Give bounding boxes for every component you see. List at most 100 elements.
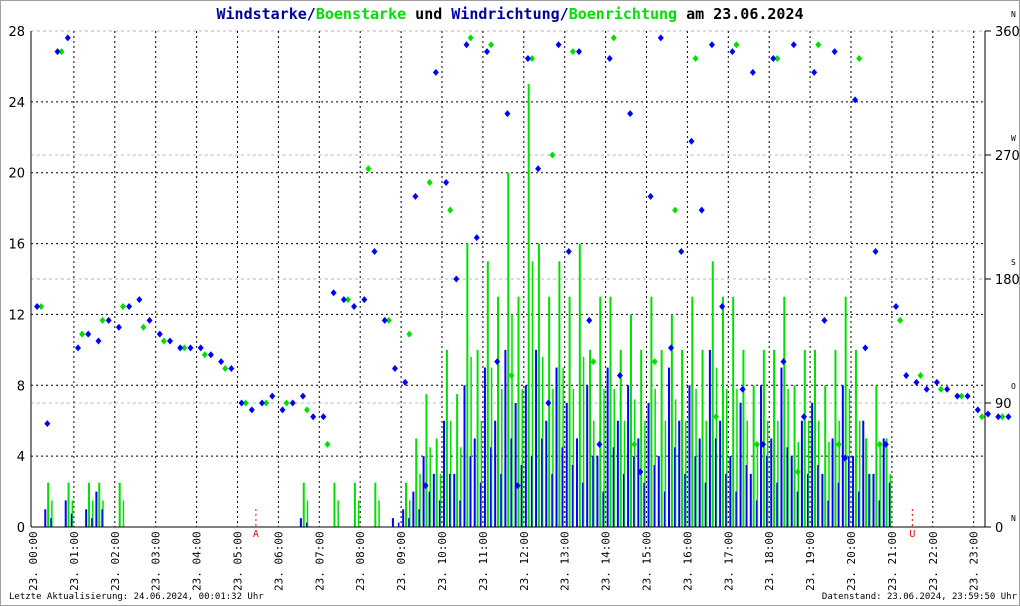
gust-bar (589, 349, 592, 527)
gust-bar (47, 482, 50, 527)
wind-direction-point (780, 358, 787, 366)
wind-bar (612, 447, 615, 527)
wind-direction-point (218, 358, 225, 366)
gust-bar (378, 500, 380, 527)
compass-label: N (1011, 10, 1016, 19)
wind-direction-point (167, 337, 174, 345)
gust-direction-point (876, 440, 883, 448)
gust-bar (609, 296, 612, 527)
x-tick-label: 23. 20:00 (845, 531, 858, 591)
gust-direction-point (365, 165, 372, 173)
y-left-tick-label: 16 (8, 238, 25, 253)
wind-direction-point (340, 296, 347, 304)
wind-bar (494, 420, 497, 527)
wind-bar (483, 367, 486, 527)
wind-bar (678, 420, 681, 527)
wind-bar (739, 403, 742, 527)
x-tick-label: 23. 10:00 (436, 531, 449, 591)
x-tick-label: 23. 05:00 (232, 531, 245, 591)
gust-bar (875, 385, 878, 527)
gust-bar (558, 261, 561, 527)
wind-chart: 23. 00:00 23. 01:00 23. 02:00 23. 03:00 23. … (8, 10, 1019, 591)
wind-direction-point (105, 316, 112, 324)
wind-bar (735, 491, 737, 527)
wind-direction-point (903, 371, 910, 379)
wind-direction-point (913, 378, 920, 386)
wind-direction-point (402, 378, 409, 386)
wind-bar (841, 385, 844, 527)
wind-direction-point (351, 303, 358, 311)
gust-direction-point (713, 413, 720, 421)
wind-bar (64, 500, 67, 527)
gust-bar (67, 482, 70, 527)
wind-direction-point (944, 385, 951, 393)
sun-marker-label: U (909, 529, 915, 540)
wind-bar (545, 420, 548, 527)
gust-bar (691, 296, 694, 527)
wind-bar (627, 385, 630, 527)
gust-bar (834, 349, 837, 527)
wind-direction-point (964, 392, 971, 400)
gust-bar (476, 349, 479, 527)
gust-bar (599, 296, 602, 527)
wind-bar (500, 473, 502, 527)
gust-direction-point (304, 406, 311, 414)
gust-bar (568, 296, 571, 527)
y-left-tick-label: 28 (8, 25, 25, 40)
wind-direction-point (862, 344, 869, 352)
gust-bar (333, 482, 336, 527)
wind-bar (688, 385, 691, 527)
wind-bar (673, 447, 676, 527)
gust-direction-point (201, 351, 208, 359)
gust-bar (118, 482, 121, 527)
gust-bar (445, 349, 448, 527)
wind-bar (776, 482, 778, 527)
gust-bar (415, 438, 418, 527)
x-tick-label: 23. 15:00 (641, 531, 654, 591)
wind-bar (684, 473, 686, 527)
wind-bar (637, 438, 640, 527)
wind-bar (551, 473, 553, 527)
wind-direction-point (197, 344, 204, 352)
wind-bar (663, 491, 666, 527)
gust-bar (435, 438, 438, 527)
gust-bar (824, 385, 827, 527)
compass-label: O (1011, 382, 1016, 391)
gust-direction-point (590, 358, 597, 366)
wind-bar (479, 482, 482, 527)
gust-bar (486, 261, 489, 527)
x-tick-label: 23. 19:00 (804, 531, 817, 591)
wind-bar (888, 482, 891, 527)
wind-bar (817, 465, 819, 527)
y-left-tick-label: 8 (17, 379, 25, 394)
x-tick-label: 23. 01:00 (68, 531, 81, 591)
wind-bar (592, 456, 594, 527)
wind-bar (101, 509, 103, 527)
wind-direction-point (596, 440, 603, 448)
x-tick-label: 23. 09:00 (395, 531, 408, 591)
wind-bar (667, 367, 670, 527)
wind-bar (70, 513, 73, 527)
wind-bar (858, 491, 860, 527)
wind-bar (719, 420, 722, 527)
wind-direction-point (933, 378, 940, 386)
gust-bar (456, 394, 459, 527)
gust-direction-point (283, 399, 290, 407)
wind-direction-point (535, 165, 542, 173)
wind-bar (852, 456, 855, 527)
wind-direction-point (85, 330, 92, 338)
wind-direction-point (995, 413, 1002, 421)
wind-direction-point (647, 192, 654, 200)
wind-direction-point (74, 344, 81, 352)
wind-bar (698, 438, 701, 527)
gust-direction-point (692, 55, 699, 63)
wind-direction-point (310, 413, 317, 421)
wind-bar (299, 518, 302, 527)
wind-bar (725, 473, 727, 527)
wind-bar (555, 367, 558, 527)
wind-bar (657, 456, 660, 527)
wind-direction-point (126, 303, 133, 311)
wind-direction-point (146, 316, 153, 324)
wind-direction-point (64, 34, 71, 42)
compass-label: W (1011, 134, 1016, 143)
